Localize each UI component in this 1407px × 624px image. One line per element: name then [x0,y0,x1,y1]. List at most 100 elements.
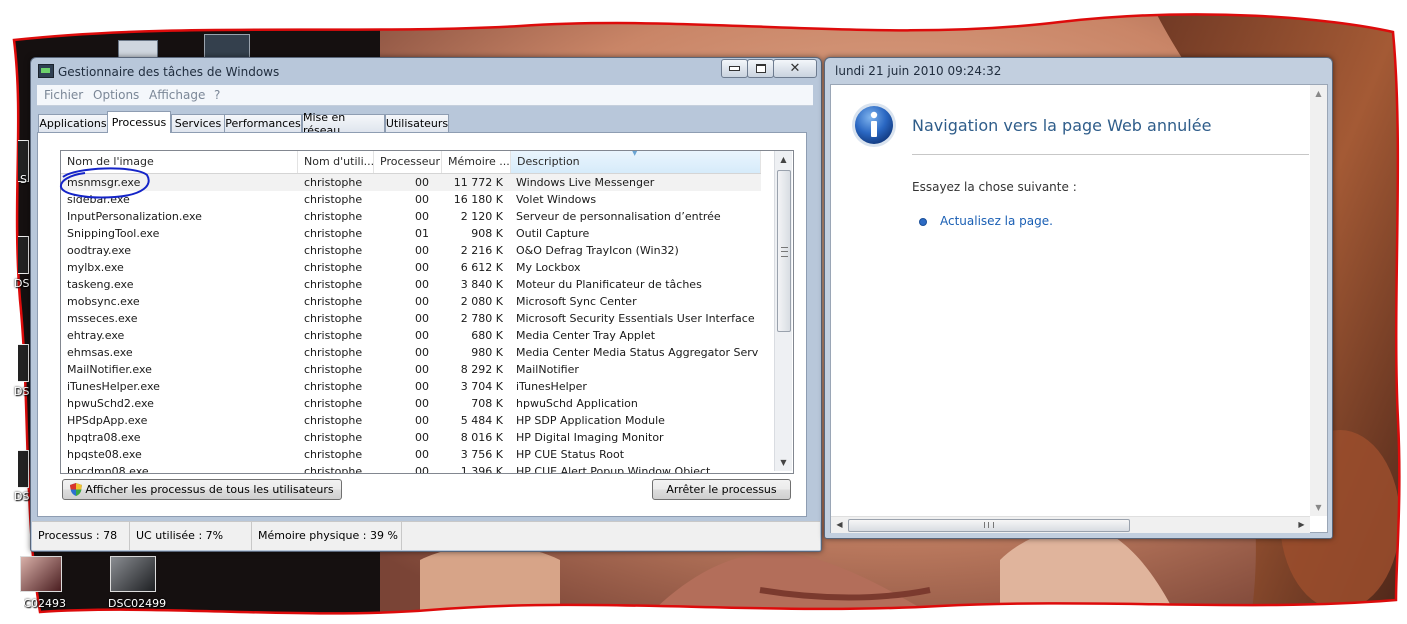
show-all-processes-button[interactable]: Afficher les processus de tous les utili… [62,479,342,500]
table-row[interactable]: ehmsas.exe christophe 00 980 K Media Center … [61,344,761,361]
table-row[interactable]: hpwuSchd2.exe christophe 00 708 K hpwuSchd A… [61,395,761,412]
browser-scroll-up-icon[interactable]: ▲ [1310,85,1327,102]
status-cpu-usage: UC utilisée : 7% [130,522,252,550]
table-row[interactable]: hpcdmn08.exe christophe 00 1 396 K HP CUE Al… [61,463,761,474]
table-row[interactable]: hpqtra08.exe christophe 00 8 016 K HP Digita… [61,429,761,446]
menu-fichier[interactable]: Fichier [44,88,83,102]
process-user: christophe [304,278,363,291]
scroll-up-icon[interactable]: ▲ [775,151,792,168]
maximize-button[interactable] [747,59,774,78]
process-memory: 5 484 K [460,414,503,427]
process-description: HP Digital Imaging Monitor [516,431,664,444]
process-memory: 11 772 K [453,176,503,189]
process-cpu: 00 [415,363,429,376]
browser-scroll-down-icon[interactable]: ▼ [1310,499,1327,516]
minimize-icon [729,66,740,71]
process-description: MailNotifier [516,363,579,376]
table-row[interactable]: msnmsgr.exe christophe 00 11 772 K Windows L… [61,174,761,191]
process-memory: 3 704 K [460,380,503,393]
process-memory: 16 180 K [453,193,503,206]
tab-mise-en-reseau[interactable]: Mise en réseau [302,111,385,137]
process-cpu: 00 [415,414,429,427]
process-name: hpwuSchd2.exe [67,397,154,410]
status-bar: Processus : 78 UC utilisée : 7% Mémoire … [32,521,820,550]
desktop-icon-photo-1[interactable] [20,556,62,592]
process-list[interactable]: Nom de l'image Nom d'utili... Processeur… [60,150,794,474]
process-cpu: 00 [415,244,429,257]
end-process-button[interactable]: Arrêter le processus [652,479,791,500]
desktop-icon-left-1-label: S [20,173,27,186]
process-user: christophe [304,295,363,308]
task-manager-titlebar[interactable]: Gestionnaire des tâches de Windows ✕ [31,58,821,84]
browser-vertical-scrollbar[interactable]: ▲ ▼ [1310,85,1327,516]
tab-processus[interactable]: Processus [107,111,171,133]
process-description: Media Center Tray Applet [516,329,656,342]
table-row[interactable]: mobsync.exe christophe 00 2 080 K Microsoft … [61,293,761,310]
browser-thumb-grip-icon [984,522,994,528]
process-memory: 708 K [471,397,503,410]
process-cpu: 01 [415,227,429,240]
scroll-thumb[interactable] [777,170,791,332]
process-cpu: 00 [415,397,429,410]
process-cpu: 00 [415,380,429,393]
column-header-cpu[interactable]: Processeur [374,151,442,173]
desktop-icon-photo-2[interactable] [110,556,156,592]
process-memory: 2 080 K [460,295,503,308]
table-row[interactable]: InputPersonalization.exe christophe 00 2 12… [61,208,761,225]
process-list-scrollbar[interactable]: ▲ ▼ [774,151,792,471]
refresh-page-link[interactable]: Actualisez la page. [940,214,1053,228]
desktop-icon-photo-2-label: DSC02499 [108,597,167,610]
table-row[interactable]: sidebar.exe christophe 00 16 180 K Volet Win… [61,191,761,208]
table-row[interactable]: hpqste08.exe christophe 00 3 756 K HP CUE St… [61,446,761,463]
close-button[interactable]: ✕ [773,59,817,78]
table-row[interactable]: oodtray.exe christophe 00 2 216 K O&O Defrag… [61,242,761,259]
process-description: HP CUE Status Root [516,448,625,461]
menu-help[interactable]: ? [214,88,220,102]
minimize-button[interactable] [721,59,748,78]
process-user: christophe [304,448,363,461]
process-cpu: 00 [415,176,429,189]
tab-strip: Applications Processus Services Performa… [37,111,813,137]
table-row[interactable]: SnippingTool.exe christophe 01 908 K Outil C… [61,225,761,242]
table-row[interactable]: mylbx.exe christophe 00 6 612 K My Lockbox [61,259,761,276]
tab-utilisateurs[interactable]: Utilisateurs [385,114,449,132]
menu-options[interactable]: Options [93,88,139,102]
info-icon [852,103,896,147]
process-memory: 2 120 K [460,210,503,223]
process-user: christophe [304,431,363,444]
process-description: Outil Capture [516,227,590,240]
desktop-icon-photo-1-label: DSC02493 [24,597,66,610]
browser-scroll-right-icon[interactable]: ▶ [1293,517,1310,533]
column-header-user[interactable]: Nom d'utili... [298,151,374,173]
scroll-down-icon[interactable]: ▼ [775,454,792,471]
process-user: christophe [304,346,363,359]
tab-applications[interactable]: Applications [38,114,108,132]
process-user: christophe [304,193,363,206]
browser-horizontal-thumb[interactable] [848,519,1130,532]
process-memory: 1 396 K [460,465,503,474]
tab-services[interactable]: Services [171,114,225,132]
browser-horizontal-scrollbar[interactable]: ◀ ▶ [831,516,1310,533]
process-name: taskeng.exe [67,278,134,291]
tab-performances[interactable]: Performances [224,114,302,132]
process-cpu: 00 [415,448,429,461]
process-name: InputPersonalization.exe [67,210,202,223]
menu-bar: Fichier Options Affichage ? [37,85,813,106]
table-row[interactable]: msseces.exe christophe 00 2 780 K Microsoft … [61,310,761,327]
table-row[interactable]: iTunesHelper.exe christophe 00 3 704 K iTune… [61,378,761,395]
table-row[interactable]: ehtray.exe christophe 00 680 K Media Center … [61,327,761,344]
browser-scroll-left-icon[interactable]: ◀ [831,517,848,533]
process-description: Windows Live Messenger [516,176,655,189]
table-row[interactable]: MailNotifier.exe christophe 00 8 292 K MailN… [61,361,761,378]
desktop-icon-left-2[interactable] [18,236,29,274]
table-row[interactable]: HPSdpApp.exe christophe 00 5 484 K HP SDP Ap… [61,412,761,429]
desktop-icon-left-4[interactable] [18,450,29,488]
process-description: Microsoft Sync Center [516,295,637,308]
process-name: oodtray.exe [67,244,131,257]
table-row[interactable]: taskeng.exe christophe 00 3 840 K Moteur du … [61,276,761,293]
desktop-icon-left-3-label: DS [14,385,30,398]
process-name: iTunesHelper.exe [67,380,160,393]
desktop-icon-left-3[interactable] [18,344,29,382]
column-header-memory[interactable]: Mémoire ... [442,151,511,173]
menu-affichage[interactable]: Affichage [149,88,205,102]
